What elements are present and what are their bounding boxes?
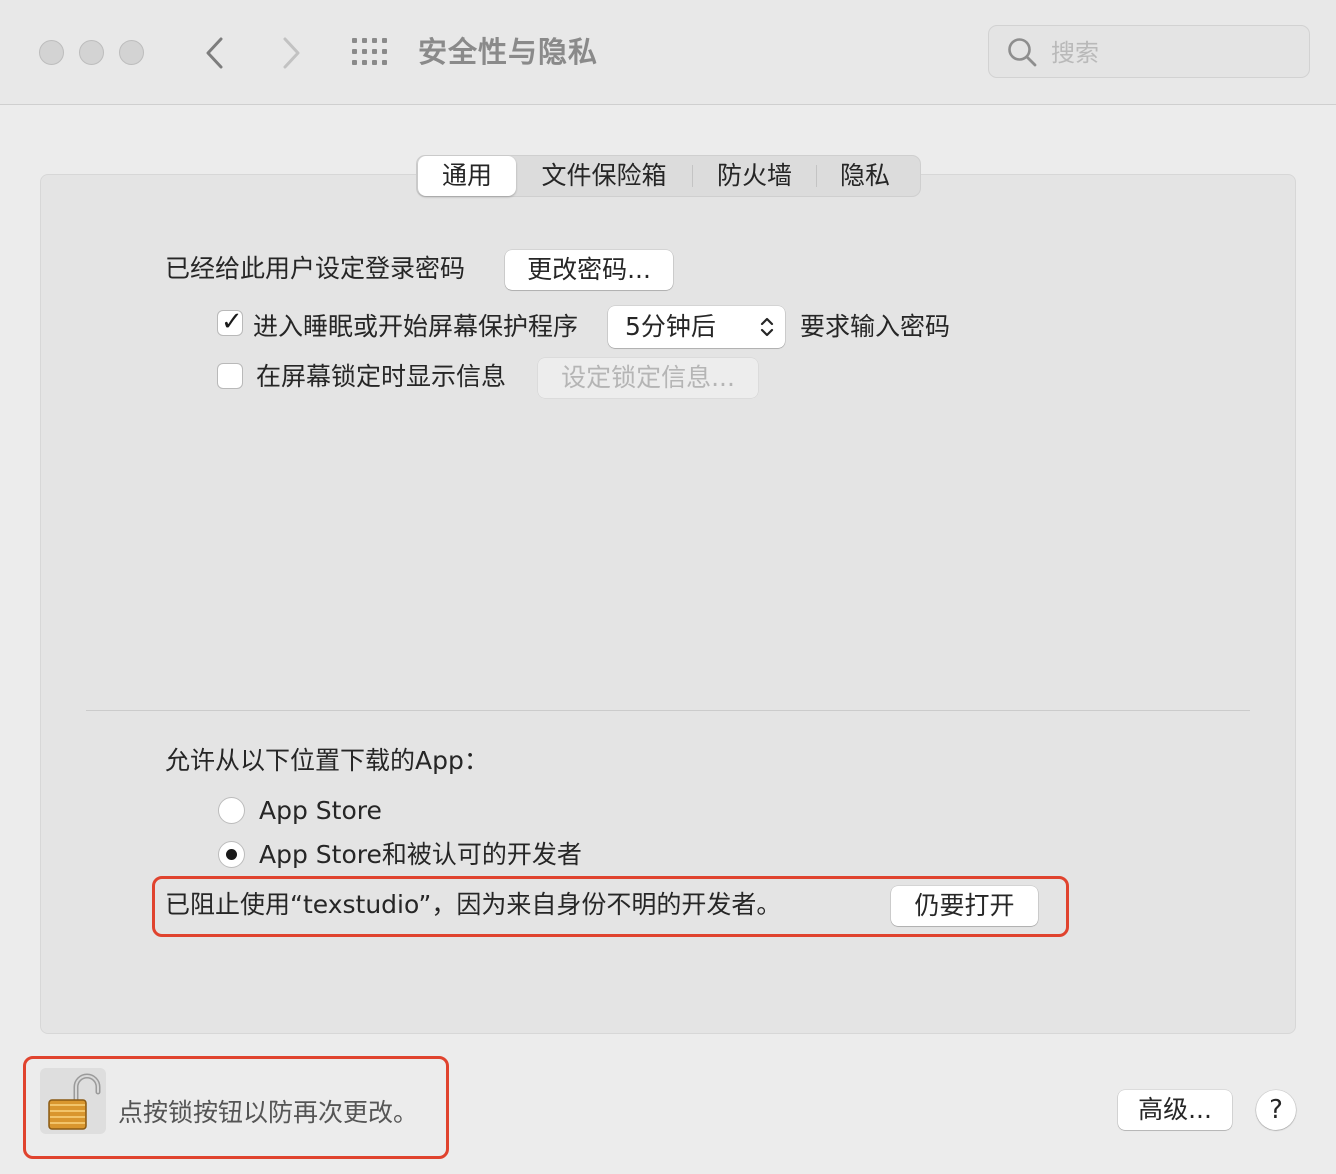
change-password-button[interactable]: 更改密码... <box>505 250 673 290</box>
show-all-grid-icon[interactable] <box>352 38 388 66</box>
window-title: 安全性与隐私 <box>418 35 599 69</box>
tab-general[interactable]: 通用 <box>418 156 516 196</box>
require-password-suffix: 要求输入密码 <box>800 312 951 341</box>
checkmark-icon: ✓ <box>221 307 243 337</box>
require-password-checkbox[interactable]: ✓ <box>217 307 243 337</box>
password-delay-select[interactable]: 5分钟后 <box>608 306 785 348</box>
up-down-chevron-icon <box>760 317 774 337</box>
tab-firewall[interactable]: 防火墙 <box>693 156 816 196</box>
radio-app-store-identified-label: App Store和被认可的开发者 <box>259 840 582 869</box>
search-field[interactable] <box>988 25 1310 78</box>
password-set-label: 已经给此用户设定登录密码 <box>165 254 466 283</box>
tab-privacy[interactable]: 隐私 <box>817 156 913 196</box>
require-password-label: 进入睡眠或开始屏幕保护程序 <box>253 312 579 341</box>
chevron-right-icon <box>283 37 300 69</box>
chevron-left-icon <box>206 37 223 69</box>
radio-app-store-identified[interactable] <box>218 841 245 868</box>
lock-highlight <box>23 1056 449 1159</box>
search-icon <box>1008 38 1037 67</box>
minimize-window-button[interactable] <box>79 40 104 65</box>
title-bar: 安全性与隐私 <box>0 0 1336 105</box>
tab-bar: 通用 文件保险箱 防火墙 隐私 <box>416 155 921 197</box>
radio-app-store-label: App Store <box>259 796 382 825</box>
allow-apps-heading: 允许从以下位置下载的App： <box>165 746 489 775</box>
close-window-button[interactable] <box>39 40 64 65</box>
search-input[interactable] <box>1049 34 1293 72</box>
set-lock-message-button[interactable]: 设定锁定信息... <box>538 358 758 398</box>
back-button[interactable] <box>204 30 226 79</box>
show-lock-message-checkbox[interactable] <box>217 363 243 389</box>
advanced-button[interactable]: 高级... <box>1118 1090 1232 1130</box>
radio-selected-dot <box>226 849 237 860</box>
section-divider <box>86 710 1250 711</box>
help-button[interactable]: ? <box>1256 1090 1296 1130</box>
show-lock-message-label: 在屏幕锁定时显示信息 <box>256 362 507 391</box>
forward-button[interactable] <box>280 30 302 79</box>
tab-filevault[interactable]: 文件保险箱 <box>516 156 692 196</box>
blocked-notice-highlight <box>152 876 1069 937</box>
radio-app-store[interactable] <box>218 797 245 824</box>
password-delay-value: 5分钟后 <box>625 312 716 341</box>
zoom-window-button[interactable] <box>119 40 144 65</box>
